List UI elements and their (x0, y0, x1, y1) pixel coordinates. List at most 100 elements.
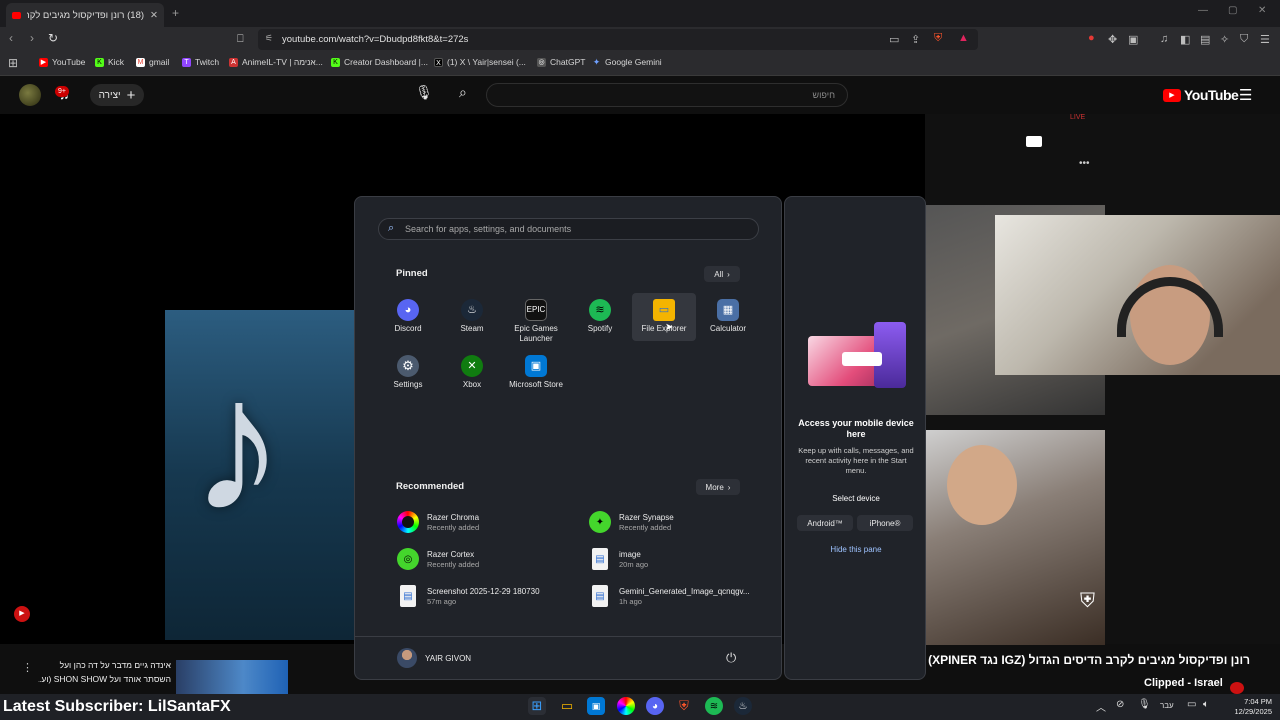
recommended-item-screenshot[interactable]: ▤ Screenshot 2025-12-29 180730 57m ago (397, 585, 540, 607)
bookmark-x[interactable]: X (1) X \ Yair|sensei (... (434, 57, 526, 67)
pinned-app-spotify[interactable]: ≋ Spotify (568, 299, 632, 334)
leo-ai-icon[interactable]: ✧ (1220, 33, 1229, 46)
more-options-icon[interactable]: ••• (1079, 158, 1090, 169)
maximize-icon[interactable]: ▢ (1228, 5, 1237, 16)
pinned-app-discord[interactable]: ◕ Discord (376, 299, 440, 334)
browser-tab-strip (0, 0, 1280, 27)
related-video-title-line2[interactable]: השסתר אוהד ועל SHON SHOW (וע... (38, 674, 171, 684)
cast-icon[interactable]: ▭ (889, 33, 899, 46)
language-indicator[interactable]: עבר (1160, 701, 1174, 710)
webcam-feed-second (925, 430, 1105, 645)
kick-icon: K (331, 57, 340, 67)
search-button-icon[interactable]: ⌕ (459, 84, 467, 101)
create-button[interactable]: יצירה + (90, 84, 144, 106)
pinned-app-epic-games[interactable]: EPIC Epic Games Launcher (504, 299, 568, 344)
pinned-app-steam[interactable]: ♨ Steam (440, 299, 504, 334)
new-tab-icon[interactable]: + (172, 6, 179, 20)
site-info-icon[interactable]: ⚟ (265, 33, 273, 44)
taskbar-discord-icon[interactable]: ◕ (646, 697, 664, 715)
hamburger-menu-icon[interactable]: ☰ (1239, 86, 1252, 104)
pinned-app-xbox[interactable]: ✕ Xbox (440, 355, 504, 390)
razer-synapse-icon: ✦ (589, 511, 611, 533)
bookmark-creator-dashboard[interactable]: K Creator Dashboard |... (331, 57, 428, 67)
tab-search-icon[interactable]: ▣ (1128, 33, 1138, 46)
gear-icon: ⚙ (397, 355, 419, 377)
bookmark-twitch[interactable]: T Twitch (182, 57, 219, 67)
volume-icon[interactable]: 🔈︎ (1203, 699, 1209, 710)
power-icon[interactable]: ⏻ (726, 650, 736, 666)
youtube-logo[interactable]: ▶ YouTube (1163, 87, 1239, 103)
brave-rewards-icon[interactable]: ▲ (958, 32, 969, 44)
tray-mute-icon[interactable]: ⊘ (1116, 699, 1124, 710)
recommended-item-razer-cortex[interactable]: ◎ Razer Cortex Recently added (397, 548, 479, 570)
wallet-icon[interactable]: ▤ (1200, 33, 1210, 46)
recommended-item-razer-synapse[interactable]: ✦ Razer Synapse Recently added (589, 511, 674, 533)
url-field[interactable]: ⚟ youtube.com/watch?v=Dbudpd8fkt8&t=272s (258, 29, 978, 50)
pinned-app-calculator[interactable]: ▦ Calculator (696, 299, 760, 334)
reload-icon[interactable]: ↻ (48, 31, 58, 45)
avatar[interactable] (19, 84, 41, 106)
bookmark-animeil[interactable]: A AnimeIL-TV | אנימה... (229, 57, 323, 67)
extension-record-icon[interactable]: ● (1088, 32, 1095, 44)
start-search-input[interactable]: ⌕ Search for apps, settings, and documen… (378, 218, 759, 240)
spotify-icon: ≋ (589, 299, 611, 321)
close-window-icon[interactable]: ✕ (1258, 5, 1266, 16)
close-tab-icon[interactable]: ✕ (150, 10, 158, 21)
share-icon[interactable]: ⇪ (911, 33, 920, 46)
user-account-button[interactable]: YAIR GIVON (397, 648, 471, 668)
youtube-search-input[interactable]: חיפוש (486, 83, 848, 107)
browser-menu-icon[interactable]: ☰ (1260, 33, 1270, 46)
pinned-app-file-explorer[interactable]: ▭ File Explorer (632, 293, 696, 341)
related-video-title-line1[interactable]: אינדה גיים מדבר על דה כהן ועל (38, 660, 171, 670)
extensions-icon[interactable]: ✥ (1108, 33, 1117, 46)
media-control-icon[interactable]: ♫ (1160, 33, 1168, 45)
chevron-right-icon: › (727, 269, 730, 279)
mouse-cursor-icon: ➤ (665, 322, 674, 333)
sidebar-toggle-icon[interactable]: ◧ (1180, 33, 1190, 46)
android-button[interactable]: Android™ (797, 515, 853, 531)
recommended-item-razer-chroma[interactable]: Razer Chroma Recently added (397, 511, 479, 533)
brave-shield-icon[interactable]: ⛨ (934, 32, 942, 45)
bookmark-page-icon[interactable]: ⎕ (237, 33, 244, 46)
taskbar-file-explorer-icon[interactable]: ▭ (558, 697, 576, 715)
recommended-item-gemini-image[interactable]: ▤ Gemini_Generated_Image_qcnqgv... 1h ago (589, 585, 750, 607)
bookmark-gmail[interactable]: Mgmail (136, 57, 169, 67)
taskbar-store-icon[interactable]: ▣ (587, 697, 605, 715)
recommended-item-image[interactable]: ▤ image 20m ago (589, 548, 648, 570)
apps-grid-icon[interactable]: ⊞ (8, 56, 18, 70)
pinned-app-settings[interactable]: ⚙ Settings (376, 355, 440, 390)
vpn-icon[interactable]: ⛉ (1240, 33, 1248, 46)
forward-icon[interactable]: › (30, 31, 34, 45)
taskbar-steam-icon[interactable]: ♨ (734, 697, 752, 715)
all-apps-button[interactable]: All › (704, 266, 740, 282)
taskbar-spotify-icon[interactable]: ≋ (705, 697, 723, 715)
video-more-icon[interactable]: ⋮ (22, 661, 33, 674)
more-button[interactable]: More › (696, 479, 740, 495)
bookmark-chatgpt[interactable]: ◎ ChatGPT (537, 57, 585, 67)
webcam-feed-streamer (995, 215, 1280, 375)
pinned-app-microsoft-store[interactable]: ▣ Microsoft Store (504, 355, 568, 390)
back-icon[interactable]: ‹ (9, 31, 13, 45)
twitch-icon: T (182, 57, 191, 67)
bookmark-gemini[interactable]: ✦ Google Gemini (592, 57, 662, 67)
related-video-thumbnail[interactable] (176, 660, 288, 694)
taskbar-razer-chroma-icon[interactable] (617, 697, 635, 715)
user-name: YAIR GIVON (425, 653, 472, 663)
tray-mic-icon[interactable]: 🎙︎ (1138, 699, 1151, 710)
hide-pane-link[interactable]: Hide this pane (796, 545, 916, 554)
clock[interactable]: 7:04 PM 12/29/2025 (1222, 697, 1272, 717)
channel-avatar[interactable] (1230, 682, 1244, 694)
browser-tab-youtube[interactable]: (18) רונן ופדיקסול מגיבים לקרב ה ✕ (6, 3, 164, 27)
minimize-icon[interactable]: — (1198, 5, 1208, 16)
chevron-right-icon: › (727, 482, 731, 492)
channel-name[interactable]: Clipped - Israel (1144, 677, 1223, 689)
voice-search-icon[interactable]: 🎙︎ (414, 84, 434, 106)
image-file-icon: ▤ (592, 548, 608, 570)
network-icon[interactable]: ▭ (1187, 699, 1196, 710)
iphone-button[interactable]: iPhone® (857, 515, 913, 531)
taskbar-brave-icon[interactable]: ⛨ (675, 697, 693, 715)
start-button-icon[interactable]: ⊞ (528, 697, 546, 715)
bookmark-kick[interactable]: K Kick (95, 57, 124, 67)
bookmark-youtube[interactable]: ▶ YouTube (39, 57, 85, 67)
tray-chevron-up-icon[interactable]: ︿ (1096, 699, 1106, 714)
